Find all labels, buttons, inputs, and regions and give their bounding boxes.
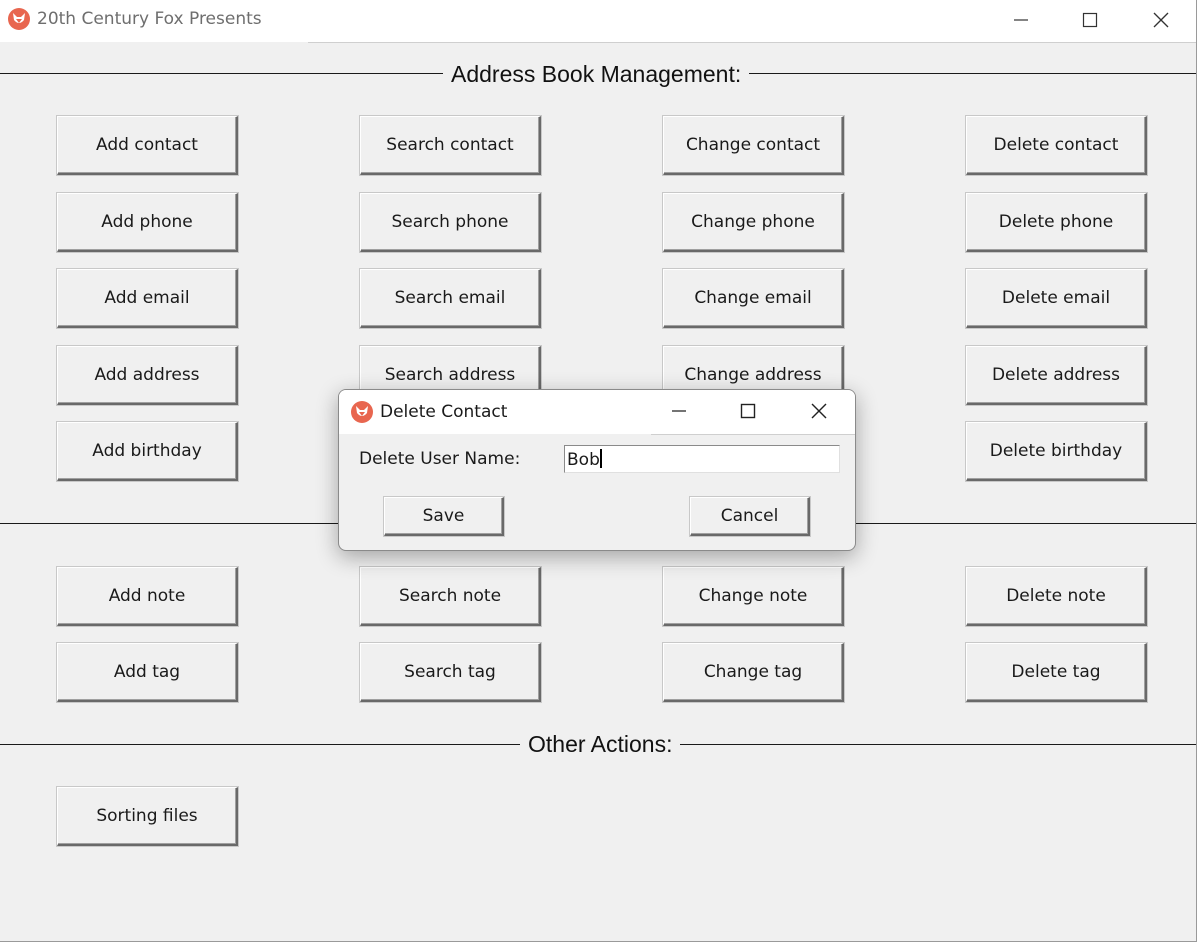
minimize-icon	[672, 410, 686, 412]
cancel-button[interactable]: Cancel	[690, 497, 810, 536]
delete-tag-button[interactable]: Delete tag	[966, 643, 1147, 702]
change-note-button[interactable]: Change note	[663, 567, 844, 626]
delete-contact-button[interactable]: Delete contact	[966, 116, 1147, 175]
minimize-icon	[1014, 19, 1028, 21]
change-phone-button[interactable]: Change phone	[663, 193, 844, 252]
dialog-minimize-button[interactable]	[657, 392, 701, 432]
text-caret	[599, 449, 602, 468]
close-icon	[1153, 12, 1169, 28]
title-bar-divider	[308, 42, 1196, 43]
add-address-button[interactable]: Add address	[57, 346, 238, 405]
dialog-title-divider	[651, 434, 855, 435]
dialog-title: Delete Contact	[380, 402, 508, 422]
sorting-files-button[interactable]: Sorting files	[57, 787, 238, 846]
add-email-button[interactable]: Add email	[57, 269, 238, 328]
search-contact-button[interactable]: Search contact	[360, 116, 541, 175]
delete-birthday-button[interactable]: Delete birthday	[966, 422, 1147, 481]
add-contact-button[interactable]: Add contact	[57, 116, 238, 175]
dialog-close-button[interactable]	[797, 392, 841, 432]
maximize-button[interactable]	[1067, 0, 1113, 40]
dialog-title-bar[interactable]: Delete Contact	[339, 390, 855, 434]
change-email-button[interactable]: Change email	[663, 269, 844, 328]
fox-icon	[351, 401, 373, 423]
fox-icon	[8, 8, 30, 30]
delete-user-name-input[interactable]: Bob	[564, 445, 840, 473]
delete-note-button[interactable]: Delete note	[966, 567, 1147, 626]
search-email-button[interactable]: Search email	[360, 269, 541, 328]
main-window: 20th Century Fox Presents Address Book M…	[0, 0, 1197, 942]
input-value: Bob	[567, 450, 600, 470]
add-note-button[interactable]: Add note	[57, 567, 238, 626]
delete-contact-dialog: Delete Contact Delete User Name: Bob Sav…	[338, 389, 856, 551]
maximize-icon	[1082, 12, 1098, 28]
minimize-button[interactable]	[998, 0, 1044, 40]
change-tag-button[interactable]: Change tag	[663, 643, 844, 702]
section-title-other-actions: Other Actions:	[520, 731, 681, 758]
delete-phone-button[interactable]: Delete phone	[966, 193, 1147, 252]
section-title-address-book: Address Book Management:	[443, 61, 750, 88]
window-title: 20th Century Fox Presents	[37, 9, 262, 29]
delete-address-button[interactable]: Delete address	[966, 346, 1147, 405]
delete-email-button[interactable]: Delete email	[966, 269, 1147, 328]
dialog-maximize-button[interactable]	[726, 392, 770, 432]
close-button[interactable]	[1138, 0, 1184, 40]
change-contact-button[interactable]: Change contact	[663, 116, 844, 175]
close-icon	[811, 403, 827, 419]
delete-user-name-label: Delete User Name:	[359, 449, 521, 469]
add-birthday-button[interactable]: Add birthday	[57, 422, 238, 481]
title-bar[interactable]: 20th Century Fox Presents	[0, 0, 1196, 42]
maximize-icon	[740, 403, 756, 419]
search-tag-button[interactable]: Search tag	[360, 643, 541, 702]
add-phone-button[interactable]: Add phone	[57, 193, 238, 252]
search-note-button[interactable]: Search note	[360, 567, 541, 626]
search-phone-button[interactable]: Search phone	[360, 193, 541, 252]
save-button[interactable]: Save	[384, 497, 504, 536]
add-tag-button[interactable]: Add tag	[57, 643, 238, 702]
